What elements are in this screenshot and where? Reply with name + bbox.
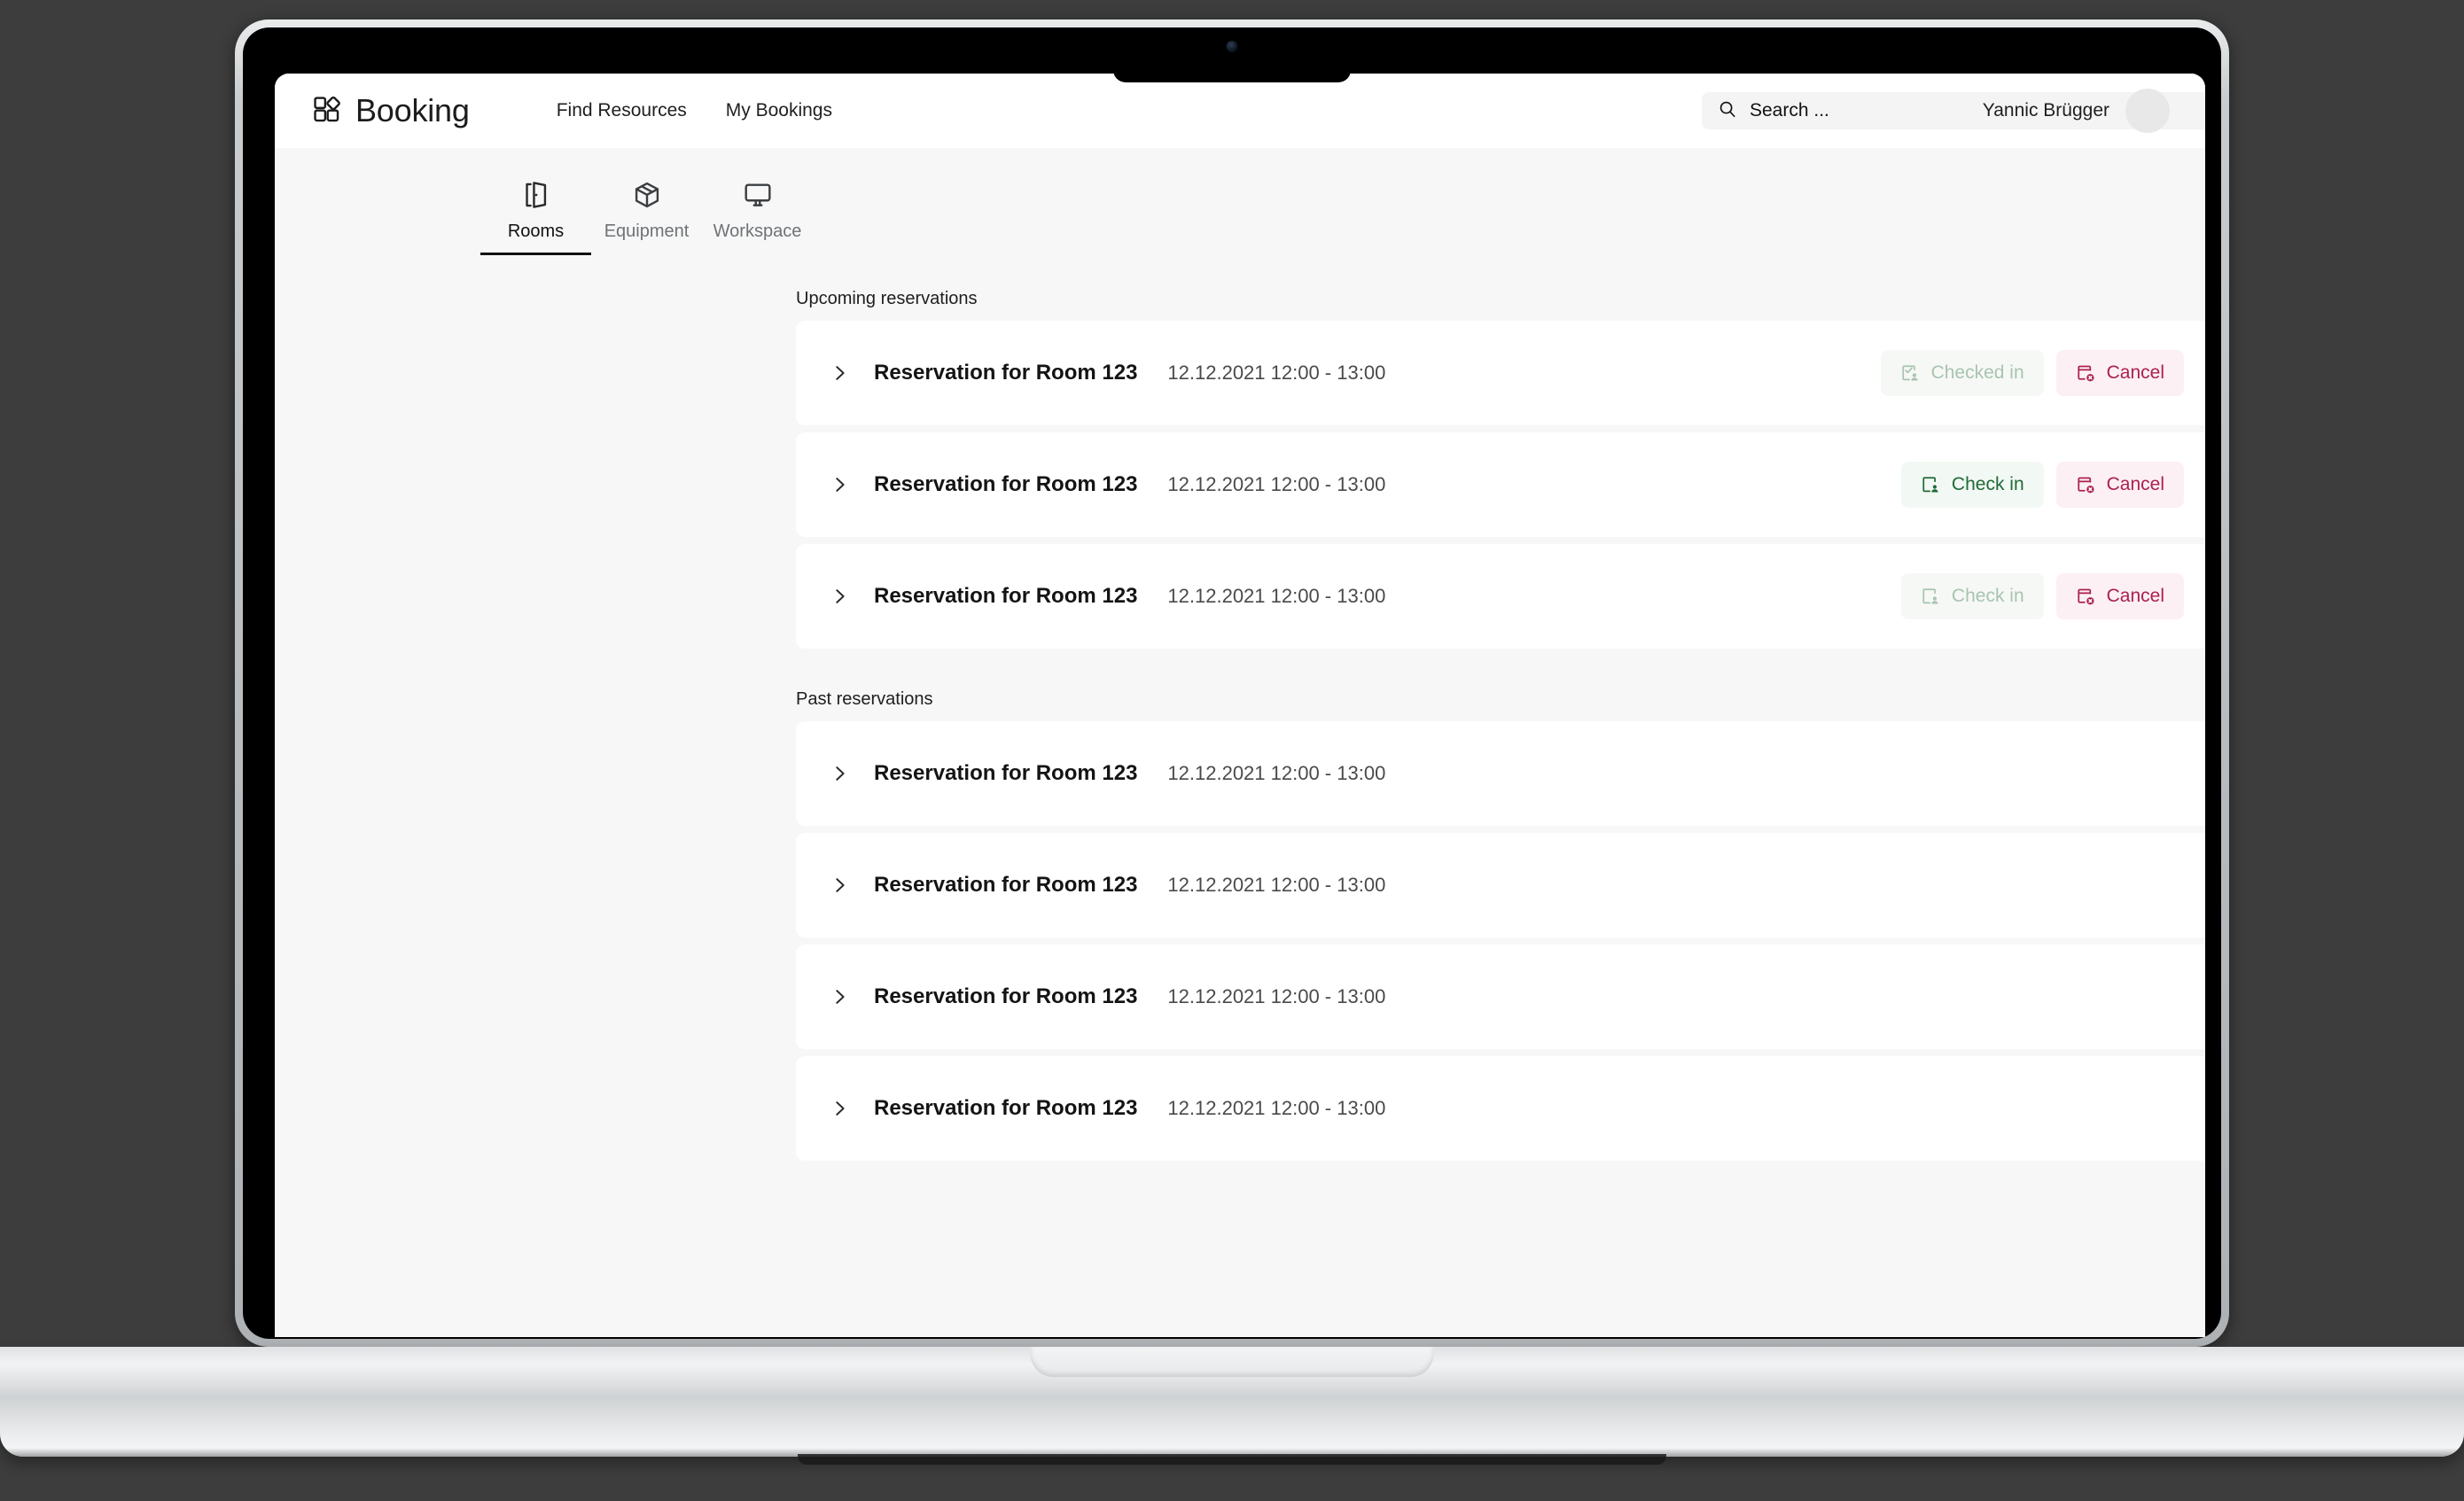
chevron-right-icon[interactable] [830,764,870,783]
table-row[interactable]: Reservation for Room 123 12.12.2021 12:0… [796,721,2205,826]
reservation-date: 12.12.2021 12:00 - 13:00 [1167,362,1386,384]
search-icon [1718,99,1737,123]
reservation-title: Reservation for Room 123 [874,472,1138,496]
cancel-label: Cancel [2106,474,2164,494]
checked-in-icon [1900,363,1921,384]
chevron-right-icon[interactable] [830,475,870,494]
chevron-right-icon[interactable] [830,363,870,383]
reservation-title: Reservation for Room 123 [874,761,1138,785]
cancel-label: Cancel [2106,586,2164,606]
tab-rooms-label: Rooms [507,222,565,241]
table-row[interactable]: Reservation for Room 123 12.12.2021 12:0… [796,833,2205,937]
laptop-base [0,1347,2464,1465]
row-main: Reservation for Room 123 12.12.2021 12:0… [830,984,1385,1009]
table-row[interactable]: Reservation for Room 123 12.12.2021 12:0… [796,321,2205,425]
nav-my-bookings[interactable]: My Bookings [726,100,832,121]
cancel-button[interactable]: Cancel [2055,462,2184,508]
reservation-date: 12.12.2021 12:00 - 13:00 [1167,585,1386,607]
check-in-label: Check in [1951,586,2024,606]
laptop-base-shadow [798,1454,1666,1465]
section-title-past: Past reservations [796,689,933,709]
reservation-title: Reservation for Room 123 [874,873,1138,897]
tab-workspace[interactable]: Workspace [702,180,813,255]
grid-blocks-logo-icon [312,94,342,128]
chevron-right-icon[interactable] [830,587,870,606]
nav-find-resources[interactable]: Find Resources [557,100,687,121]
reservation-date: 12.12.2021 12:00 - 13:00 [1167,1097,1386,1119]
row-main: Reservation for Room 123 12.12.2021 12:0… [830,584,1385,609]
user-menu[interactable]: Yannic Brügger [1983,89,2170,133]
page-content: Rooms Equipment Workspace Upcoming reser… [275,148,2205,1337]
screenshot-stage: Booking Find Resources My Bookings Searc… [0,0,2464,1501]
cancel-booking-icon [2076,587,2096,607]
cancel-button[interactable]: Cancel [2055,573,2184,619]
chevron-right-icon[interactable] [830,875,870,895]
row-actions: Check in Cancel [1900,573,2184,619]
section-title-upcoming: Upcoming reservations [796,289,978,308]
check-in-button[interactable]: Check in [1900,462,2044,508]
table-row[interactable]: Reservation for Room 123 12.12.2021 12:0… [796,544,2205,649]
user-name: Yannic Brügger [1982,100,2109,121]
reservation-title: Reservation for Room 123 [874,361,1138,385]
chevron-right-icon[interactable] [830,1099,870,1118]
brand[interactable]: Booking [312,92,470,129]
browser-viewport: Booking Find Resources My Bookings Searc… [275,74,2205,1337]
cancel-button[interactable]: Cancel [2055,350,2184,396]
check-in-icon [1921,587,1941,607]
reservation-title: Reservation for Room 123 [874,984,1138,1008]
past-reservations-list: Reservation for Room 123 12.12.2021 12:0… [275,721,2205,1161]
box-package-icon [632,180,662,210]
cancel-label: Cancel [2106,362,2164,383]
reservation-title: Reservation for Room 123 [874,1096,1138,1120]
row-actions: Check in Cancel [1900,462,2184,508]
checked-in-button: Checked in [1880,350,2044,396]
upcoming-reservations-list: Reservation for Room 123 12.12.2021 12:0… [275,321,2205,649]
check-in-icon [1921,475,1941,495]
laptop-lid: Booking Find Resources My Bookings Searc… [235,19,2229,1347]
chevron-right-icon[interactable] [830,987,870,1007]
row-main: Reservation for Room 123 12.12.2021 12:0… [830,361,1385,385]
main-nav: Find Resources My Bookings [557,100,832,121]
row-main: Reservation for Room 123 12.12.2021 12:0… [830,1096,1385,1121]
row-main: Reservation for Room 123 12.12.2021 12:0… [830,761,1385,786]
reservation-date: 12.12.2021 12:00 - 13:00 [1167,985,1386,1007]
tab-equipment-label: Equipment [604,222,690,241]
tab-equipment[interactable]: Equipment [591,180,702,255]
reservation-date: 12.12.2021 12:00 - 13:00 [1167,874,1386,896]
resource-type-tabs: Rooms Equipment Workspace [275,180,2205,255]
row-main: Reservation for Room 123 12.12.2021 12:0… [830,472,1385,497]
laptop-screen: Booking Find Resources My Bookings Searc… [243,27,2221,1339]
tab-workspace-label: Workspace [713,222,802,241]
avatar[interactable] [2125,89,2170,133]
tab-rooms[interactable]: Rooms [480,180,591,255]
webcam-icon [1226,41,1238,52]
check-in-label: Check in [1951,474,2024,494]
table-row[interactable]: Reservation for Room 123 12.12.2021 12:0… [796,945,2205,1049]
door-open-icon [521,180,551,210]
laptop-notch [1113,27,1351,82]
app-header: Booking Find Resources My Bookings Searc… [275,74,2205,148]
brand-title: Booking [355,92,470,128]
reservation-date: 12.12.2021 12:00 - 13:00 [1167,762,1386,784]
cancel-booking-icon [2076,475,2096,495]
reservation-title: Reservation for Room 123 [874,584,1138,608]
search-placeholder: Search ... [1750,100,1829,121]
check-in-button: Check in [1900,573,2044,619]
cancel-booking-icon [2076,363,2096,384]
row-actions: Checked in Cancel [1880,350,2184,396]
laptop-base-notch [1030,1347,1434,1377]
checked-in-label: Checked in [1930,362,2024,383]
monitor-icon [743,180,773,210]
table-row[interactable]: Reservation for Room 123 12.12.2021 12:0… [796,1056,2205,1161]
reservation-date: 12.12.2021 12:00 - 13:00 [1167,473,1386,495]
row-main: Reservation for Room 123 12.12.2021 12:0… [830,873,1385,898]
table-row[interactable]: Reservation for Room 123 12.12.2021 12:0… [796,432,2205,537]
